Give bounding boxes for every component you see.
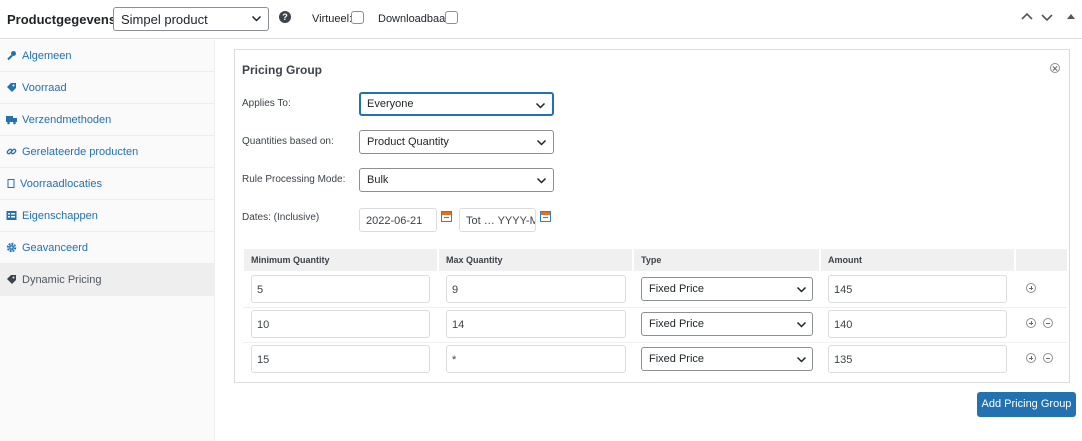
tab-label: Eigenschappen — [22, 210, 98, 222]
type-value: Fixed Price — [649, 283, 705, 295]
help-icon[interactable]: ? — [279, 11, 291, 23]
chevron-down-icon — [796, 321, 807, 328]
wrench-icon — [7, 51, 16, 61]
tab-label: Dynamic Pricing — [22, 274, 102, 286]
tab-verzendmethoden[interactable]: Verzendmethoden — [0, 104, 215, 136]
type-value: Fixed Price — [649, 353, 705, 365]
min-quantity-input[interactable]: 15 — [251, 345, 430, 373]
downloadable-label: Downloadbaar: — [378, 13, 452, 25]
quantities-based-on-value: Product Quantity — [367, 136, 449, 148]
column-header-amount: Amount — [821, 249, 1014, 271]
product-type-value: Simpel product — [121, 12, 208, 27]
max-quantity-input[interactable]: 14 — [446, 310, 626, 338]
column-header-type: Type — [634, 249, 819, 271]
collapse-toggle-icon[interactable] — [1065, 10, 1077, 24]
gear-icon — [6, 242, 17, 253]
type-select[interactable]: Fixed Price — [641, 277, 813, 301]
tab-algemeen[interactable]: Algemeen — [0, 40, 215, 72]
amount-input[interactable]: 135 — [828, 345, 1007, 373]
product-data-tabs: Algemeen Voorraad Verzendmethoden Gerela… — [0, 40, 215, 441]
pricing-group-panel: Pricing Group Applies To: Everyone Quant… — [234, 49, 1070, 383]
rule-processing-mode-select[interactable]: Bulk — [359, 168, 554, 192]
max-quantity-input[interactable]: * — [446, 345, 626, 373]
chevron-down-icon — [536, 177, 547, 184]
chevron-down-icon — [535, 102, 546, 109]
applies-to-select[interactable]: Everyone — [359, 92, 554, 116]
quantities-based-on-label: Quantities based on: — [242, 136, 334, 147]
link-icon — [6, 148, 17, 155]
box-icon — [7, 179, 15, 188]
rule-processing-mode-value: Bulk — [367, 174, 389, 186]
tab-dynamic-pricing[interactable]: Dynamic Pricing — [0, 264, 215, 296]
type-select[interactable]: Fixed Price — [641, 347, 813, 371]
applies-to-value: Everyone — [367, 98, 414, 110]
virtual-label: Virtueel: — [312, 13, 353, 25]
column-header-max-quantity: Max Quantity — [439, 249, 632, 271]
product-data-header: Productgegevens — Simpel product ? Virtu… — [0, 0, 1082, 39]
chevron-down-icon — [536, 139, 547, 146]
column-header-minimum-quantity: Minimum Quantity — [244, 249, 437, 271]
min-quantity-input[interactable]: 5 — [251, 275, 430, 303]
pricing-group-title: Pricing Group — [242, 63, 323, 77]
date-from-input[interactable]: 2022-06-21 — [359, 208, 437, 232]
tab-eigenschappen[interactable]: Eigenschappen — [0, 200, 215, 232]
tab-geavanceerd[interactable]: Geavanceerd — [0, 232, 215, 264]
add-pricing-group-button[interactable]: Add Pricing Group — [977, 392, 1076, 417]
amount-input[interactable]: 140 — [828, 310, 1007, 338]
tab-label: Voorraadlocaties — [20, 178, 102, 190]
max-quantity-input[interactable]: 9 — [446, 275, 626, 303]
tab-gerelateerde-producten[interactable]: Gerelateerde producten — [0, 136, 215, 168]
applies-to-label: Applies To: — [242, 98, 291, 109]
truck-icon — [6, 116, 17, 125]
column-header-actions — [1016, 249, 1067, 271]
date-to-input[interactable]: Tot … YYYY-M — [459, 208, 536, 232]
tab-voorraad[interactable]: Voorraad — [0, 72, 215, 104]
tab-label: Algemeen — [22, 50, 72, 62]
dates-label: Dates: (Inclusive) — [242, 212, 320, 223]
calendar-icon[interactable] — [441, 211, 452, 222]
tab-label: Verzendmethoden — [22, 114, 112, 126]
chevron-down-icon — [796, 286, 807, 293]
quantities-based-on-select[interactable]: Product Quantity — [359, 130, 554, 154]
remove-group-icon[interactable] — [1050, 63, 1060, 73]
move-up-icon[interactable] — [1020, 10, 1034, 24]
rule-processing-mode-label: Rule Processing Mode: — [242, 174, 346, 185]
add-row-icon[interactable] — [1026, 283, 1036, 293]
tab-label: Geavanceerd — [22, 242, 89, 254]
row-divider — [243, 342, 1067, 343]
min-quantity-input[interactable]: 10 — [251, 310, 430, 338]
chevron-down-icon — [251, 15, 262, 22]
type-select[interactable]: Fixed Price — [641, 312, 813, 336]
product-type-select[interactable]: Simpel product — [113, 7, 269, 31]
amount-input[interactable]: 145 — [828, 275, 1007, 303]
tag-icon — [7, 275, 16, 284]
tab-label: Gerelateerde producten — [22, 146, 139, 158]
chevron-down-icon — [796, 356, 807, 363]
add-row-icon[interactable] — [1026, 353, 1036, 363]
remove-row-icon[interactable] — [1043, 353, 1053, 363]
add-row-icon[interactable] — [1026, 318, 1036, 328]
row-divider — [243, 307, 1067, 308]
tag-icon — [7, 83, 16, 92]
virtual-checkbox[interactable] — [351, 11, 364, 24]
tab-voorraadlocaties[interactable]: Voorraadlocaties — [0, 168, 215, 200]
list-icon — [6, 211, 17, 220]
type-value: Fixed Price — [649, 318, 705, 330]
move-down-icon[interactable] — [1040, 10, 1054, 24]
tab-label: Voorraad — [22, 82, 67, 94]
downloadable-checkbox[interactable] — [445, 11, 458, 24]
calendar-icon[interactable] — [540, 211, 551, 222]
remove-row-icon[interactable] — [1043, 318, 1053, 328]
